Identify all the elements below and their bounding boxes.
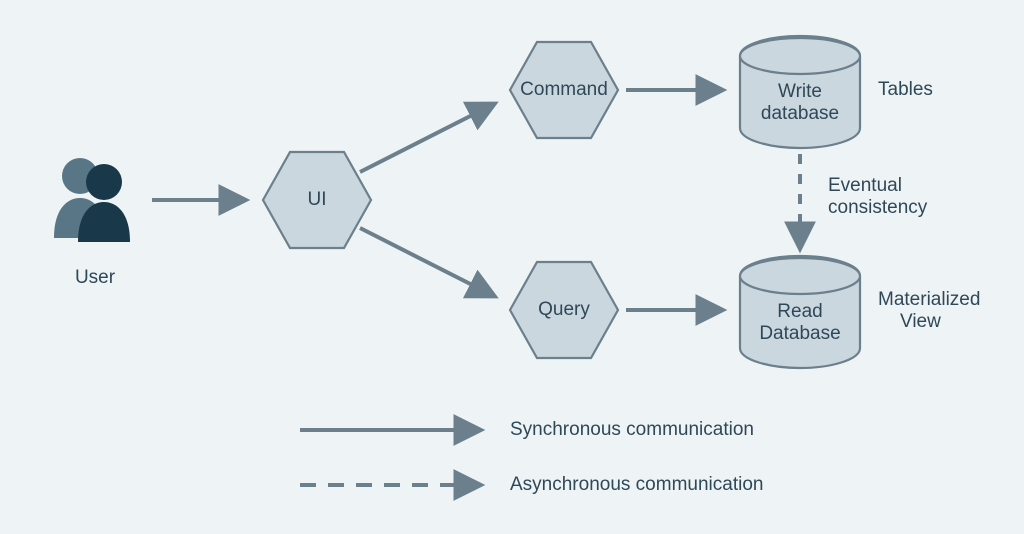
read-db-label-1: Read [777,301,822,322]
ui-node: UI [263,152,371,248]
legend-sync-label: Synchronous communication [510,419,754,440]
user-label: User [75,267,116,288]
read-db-node: Read Database [740,256,860,368]
arrow-ui-to-query [360,228,494,296]
materialized-label-1: Materialized [878,289,980,310]
user-icon [54,158,130,242]
ui-label: UI [308,189,327,210]
legend-async-label: Asynchronous communication [510,474,763,495]
eventual-label-1: Eventual [828,175,902,196]
arrow-ui-to-command [360,104,494,172]
read-db-label-2: Database [759,323,840,344]
query-node: Query [510,262,618,358]
query-label: Query [538,299,590,320]
write-db-node: Write database [740,36,860,148]
write-db-label-2: database [761,103,839,124]
command-label: Command [520,79,608,100]
tables-label: Tables [878,79,933,100]
materialized-label-2: View [900,311,941,332]
write-db-label-1: Write [778,81,822,102]
command-node: Command [510,42,618,138]
eventual-label-2: consistency [828,197,928,218]
